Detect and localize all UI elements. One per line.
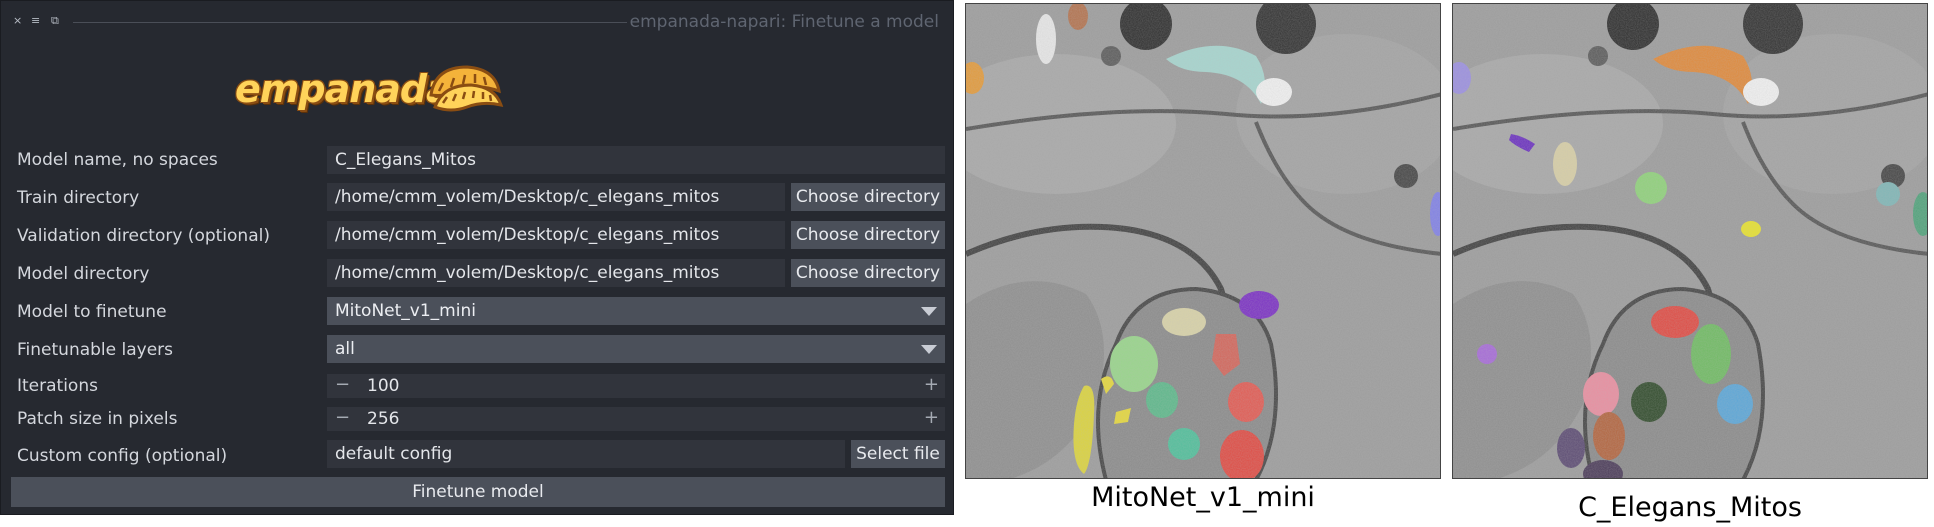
- chevron-down-icon: [921, 307, 937, 316]
- title-bar: × ≡ ⧉ empanada-napari: Finetune a model: [1, 1, 953, 41]
- restore-icon[interactable]: ⧉: [51, 15, 59, 27]
- select-file-button[interactable]: Select file: [851, 440, 945, 468]
- iterations-value[interactable]: 100: [367, 374, 399, 398]
- finetunable-layers-select[interactable]: all: [327, 335, 945, 363]
- patch-size-label: Patch size in pixels: [17, 409, 178, 429]
- validation-choose-directory-button[interactable]: Choose directory: [791, 221, 945, 249]
- model-name-input[interactable]: C_Elegans_Mitos: [327, 146, 945, 174]
- model-directory-label: Model directory: [17, 264, 150, 284]
- model-name-label: Model name, no spaces: [17, 150, 218, 170]
- close-icon[interactable]: ×: [13, 15, 22, 27]
- model-choose-directory-button[interactable]: Choose directory: [791, 259, 945, 287]
- float-icon[interactable]: ≡: [31, 15, 40, 27]
- c-elegans-caption: C_Elegans_Mitos: [1578, 492, 1802, 523]
- patch-size-value[interactable]: 256: [367, 407, 399, 431]
- mitonet-caption: MitoNet_v1_mini: [1091, 482, 1315, 513]
- train-choose-directory-button[interactable]: Choose directory: [791, 183, 945, 211]
- chevron-down-icon: [921, 345, 937, 354]
- iterations-spinbox[interactable]: − 100 +: [327, 374, 945, 398]
- model-to-finetune-select[interactable]: MitoNet_v1_mini: [327, 297, 945, 325]
- validation-directory-input[interactable]: /home/cmm_volem/Desktop/c_elegans_mitos: [327, 221, 785, 249]
- patch-size-spinbox[interactable]: − 256 +: [327, 407, 945, 431]
- minus-icon[interactable]: −: [335, 407, 350, 429]
- model-to-finetune-value: MitoNet_v1_mini: [335, 301, 476, 321]
- custom-config-label: Custom config (optional): [17, 446, 228, 466]
- window-title: empanada-napari: Finetune a model: [629, 12, 939, 32]
- title-bar-divider[interactable]: [73, 22, 627, 23]
- finetune-dialog: × ≡ ⧉ empanada-napari: Finetune a model …: [0, 0, 954, 515]
- c-elegans-segmentation-image: [1452, 3, 1928, 479]
- empanada-icon: [429, 65, 504, 112]
- finetune-model-button[interactable]: Finetune model: [11, 477, 945, 507]
- model-directory-input[interactable]: /home/cmm_volem/Desktop/c_elegans_mitos: [327, 259, 785, 287]
- iterations-label: Iterations: [17, 376, 98, 396]
- finetunable-layers-value: all: [335, 339, 355, 359]
- plus-icon[interactable]: +: [924, 374, 939, 396]
- model-to-finetune-label: Model to finetune: [17, 302, 167, 322]
- validation-directory-label: Validation directory (optional): [17, 226, 270, 246]
- finetunable-layers-label: Finetunable layers: [17, 340, 174, 360]
- train-directory-input[interactable]: /home/cmm_volem/Desktop/c_elegans_mitos: [327, 183, 785, 211]
- mitonet-segmentation-image: [965, 3, 1441, 479]
- empanada-logo: empanada: [235, 59, 515, 125]
- plus-icon[interactable]: +: [924, 407, 939, 429]
- custom-config-input[interactable]: default config: [327, 440, 845, 468]
- minus-icon[interactable]: −: [335, 374, 350, 396]
- logo-text: empanada: [235, 67, 452, 111]
- train-directory-label: Train directory: [17, 188, 140, 208]
